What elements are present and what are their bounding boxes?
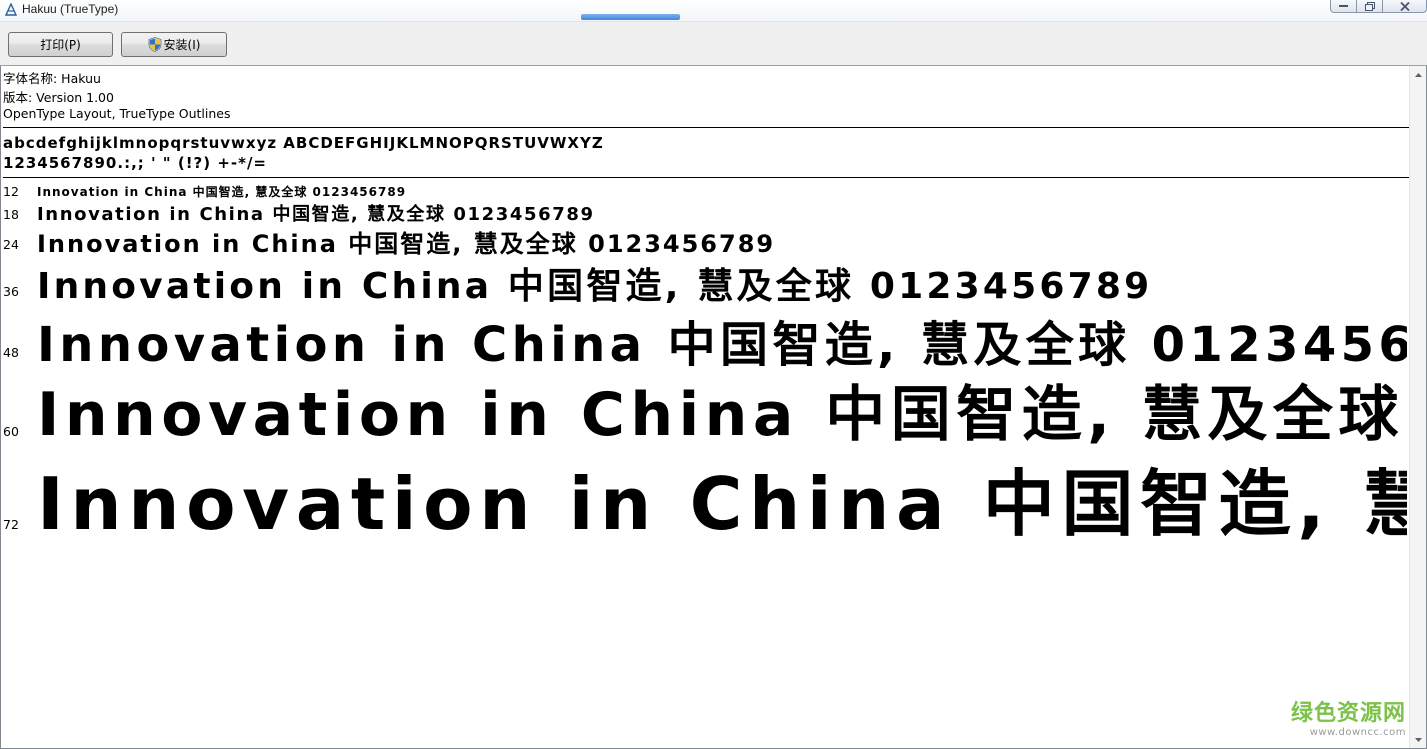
sample-text: Innovation in China 中国智造, 慧及全球 012345678…: [37, 462, 1407, 546]
chevron-down-icon: [1414, 737, 1422, 742]
sample-size-label: 24: [3, 237, 19, 252]
install-button[interactable]: 安装(I): [121, 32, 227, 57]
chevron-up-icon: [1414, 72, 1422, 77]
scroll-up-button[interactable]: [1410, 66, 1426, 83]
print-button[interactable]: 打印(P): [8, 32, 113, 57]
window-title: Hakuu (TrueType): [22, 2, 119, 16]
font-type-line: OpenType Layout, TrueType Outlines: [3, 106, 231, 121]
scroll-down-button[interactable]: [1410, 731, 1426, 748]
sample-text: Innovation in China 中国智造, 慧及全球 012345678…: [37, 380, 1407, 450]
sample-size-label: 48: [3, 345, 19, 360]
restore-icon: [1364, 1, 1375, 11]
close-button[interactable]: [1383, 0, 1427, 13]
uac-shield-icon: [148, 37, 161, 52]
window-controls: [1330, 0, 1427, 14]
sample-size-label: 18: [3, 207, 19, 222]
minimize-icon: [1339, 5, 1348, 7]
watermark-url: www.downcc.com: [1309, 727, 1406, 738]
font-file-icon: [4, 3, 18, 16]
sample-text: Innovation in China 中国智造, 慧及全球 012345678…: [37, 266, 1153, 307]
sample-text: Innovation in China 中国智造, 慧及全球 012345678…: [37, 204, 595, 225]
sample-text: Innovation in China 中国智造, 慧及全球 012345678…: [37, 317, 1407, 373]
sample-text: Innovation in China 中国智造, 慧及全球 012345678…: [37, 230, 776, 258]
divider: [3, 177, 1410, 178]
font-preview-pane: 字体名称: Hakuu 版本: Version 1.00 OpenType La…: [0, 66, 1427, 749]
font-name-line: 字体名称: Hakuu: [3, 71, 101, 86]
print-button-label: 打印(P): [40, 38, 81, 52]
minimize-button[interactable]: [1330, 0, 1357, 13]
maximize-button[interactable]: [1357, 0, 1383, 13]
font-version-line: 版本: Version 1.00: [3, 90, 114, 105]
charset-letters: abcdefghijklmnopqrstuvwxyz ABCDEFGHIJKLM…: [3, 134, 604, 152]
title-bar: Hakuu (TrueType): [0, 0, 1427, 22]
toolbar: 打印(P) 安装(I): [0, 22, 1427, 66]
title-progress-indicator: [581, 14, 680, 20]
sample-size-label: 36: [3, 284, 19, 299]
sample-size-label: 12: [3, 184, 19, 199]
divider: [3, 127, 1410, 128]
vertical-scrollbar[interactable]: [1409, 66, 1426, 748]
install-button-label: 安装(I): [163, 38, 201, 52]
sample-size-label: 60: [3, 424, 19, 439]
sample-text: Innovation in China 中国智造, 慧及全球 012345678…: [37, 185, 407, 199]
watermark-title: 绿色资源网: [1290, 701, 1406, 726]
charset-digits-symbols: 1234567890.:,; ' " (!?) +-*/=: [3, 154, 267, 172]
sample-size-label: 72: [3, 517, 19, 532]
site-watermark: 绿色资源网 www.downcc.com: [1291, 695, 1406, 738]
close-icon: [1399, 1, 1410, 11]
